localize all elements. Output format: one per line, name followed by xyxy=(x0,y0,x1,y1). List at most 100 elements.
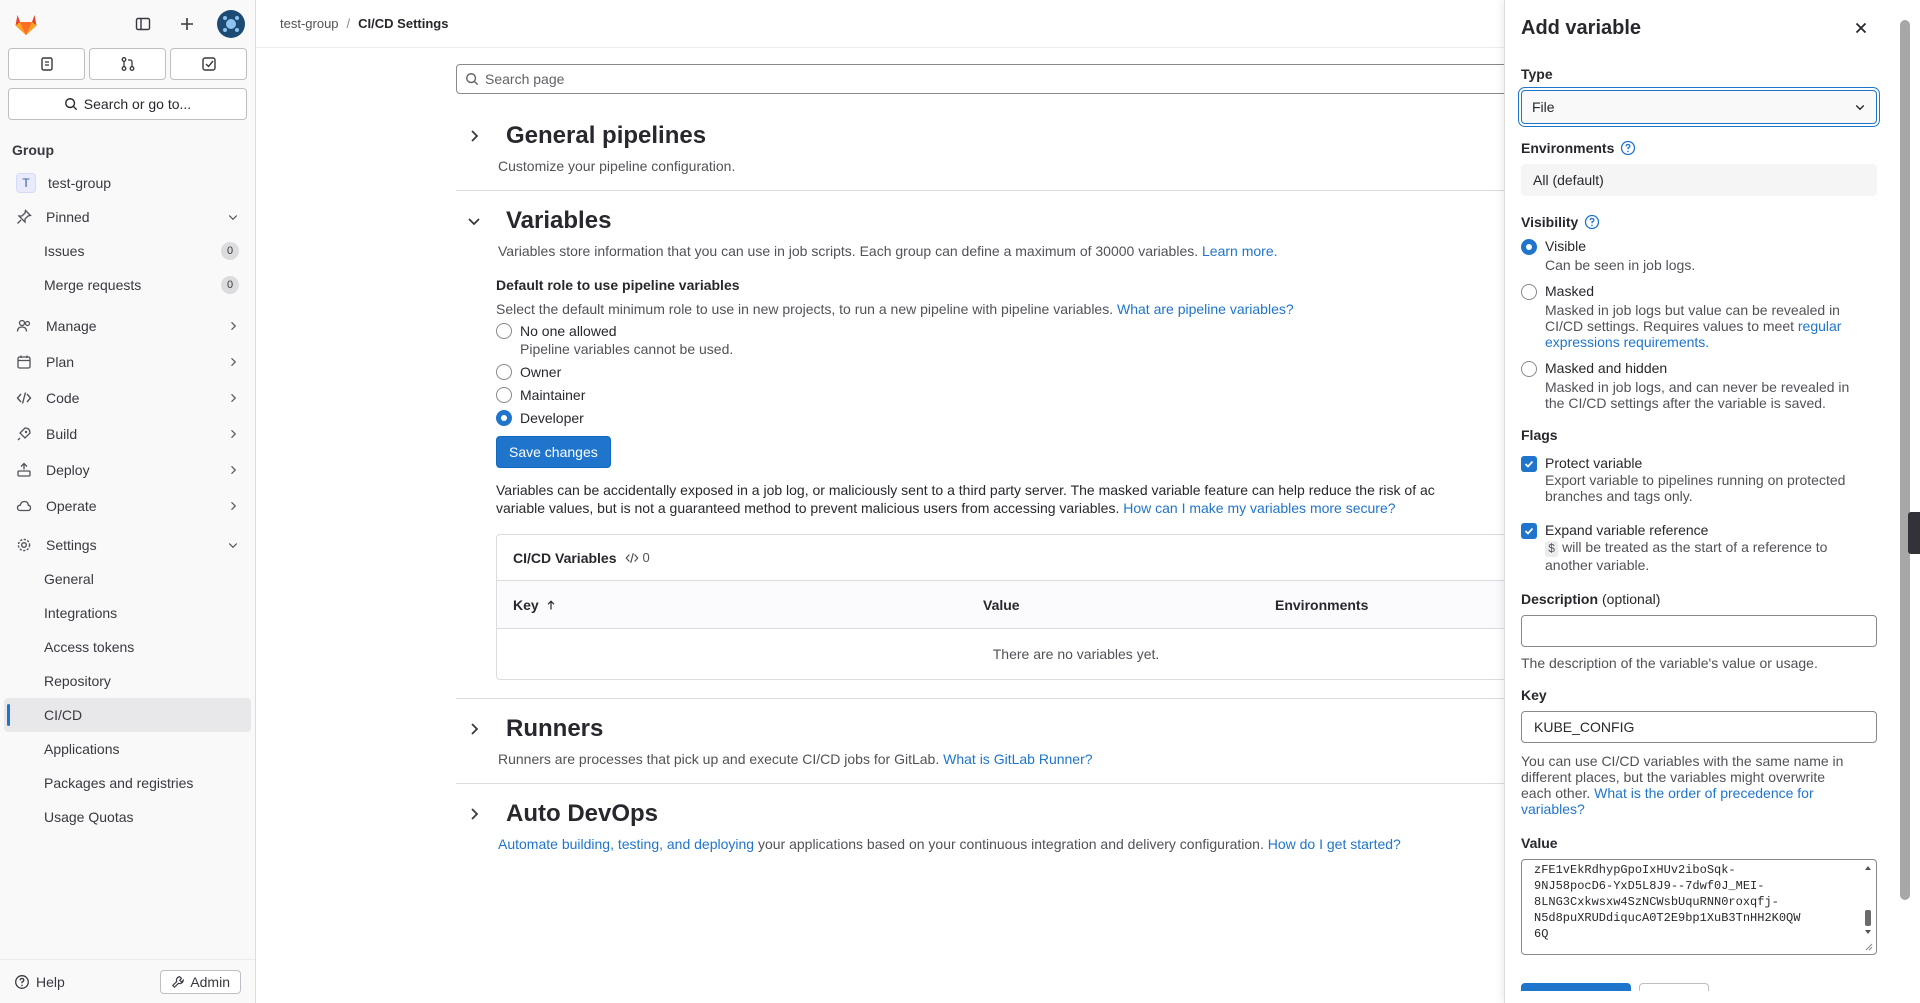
side-panel-toggle[interactable] xyxy=(1908,512,1920,554)
sidebar-item-manage[interactable]: Manage xyxy=(4,308,251,344)
section-title[interactable]: General pipelines xyxy=(506,122,706,150)
visibility-masked-hidden-option[interactable]: Masked and hidden xyxy=(1521,360,1877,377)
ci-cd-variables-card: CI/CD Variables 0 Key Value Environments xyxy=(496,534,1656,680)
column-key[interactable]: Key xyxy=(513,597,983,613)
radio-label: Developer xyxy=(520,410,584,426)
sidebar-item-label: Merge requests xyxy=(44,277,142,293)
admin-button[interactable]: Admin xyxy=(160,969,241,994)
sidebar-item-ci-cd[interactable]: CI/CD xyxy=(4,698,251,732)
flags-label: Flags xyxy=(1521,427,1558,443)
chevron-right-icon[interactable] xyxy=(466,128,482,144)
sidebar-item-label: test-group xyxy=(48,175,112,191)
sidebar-item-settings[interactable]: Settings xyxy=(4,528,251,562)
value-line: 9NJ58pocD6-YxD5L8J9--7dwf0J_MEI- xyxy=(1534,879,1765,893)
help-icon[interactable] xyxy=(1620,140,1636,156)
visibility-label: Visibility xyxy=(1521,214,1877,230)
chevron-right-icon[interactable] xyxy=(466,721,482,737)
add-variable-submit-button[interactable] xyxy=(1521,983,1631,991)
merge-requests-counter[interactable] xyxy=(89,48,166,80)
scrollbar-thumb[interactable] xyxy=(1900,20,1910,900)
sidebar-item-label: Settings xyxy=(46,537,97,553)
key-input[interactable]: KUBE_CONFIG xyxy=(1521,711,1877,743)
checkbox-checked[interactable] xyxy=(1521,456,1537,472)
section-title[interactable]: Runners xyxy=(506,715,603,743)
type-select[interactable]: File xyxy=(1521,90,1877,124)
user-avatar[interactable] xyxy=(217,10,245,38)
help-icon[interactable] xyxy=(1584,214,1600,230)
collapse-sidebar-icon[interactable] xyxy=(129,10,157,38)
checkbox-checked[interactable] xyxy=(1521,523,1537,539)
breadcrumb-parent[interactable]: test-group xyxy=(280,16,339,31)
chevron-right-icon[interactable] xyxy=(466,806,482,822)
radio-button[interactable] xyxy=(496,364,512,380)
gitlab-logo-icon[interactable] xyxy=(12,10,40,38)
radio-button-selected[interactable] xyxy=(1521,239,1537,255)
global-search-button[interactable]: Search or go to... xyxy=(8,88,247,120)
save-changes-button[interactable]: Save changes xyxy=(496,436,611,468)
radio-button[interactable] xyxy=(1521,284,1537,300)
sidebar-item-merge-requests[interactable]: Merge requests 0 xyxy=(4,268,251,302)
visibility-masked-option[interactable]: Masked xyxy=(1521,283,1877,300)
sidebar-item-pinned[interactable]: Pinned xyxy=(4,200,251,234)
sidebar-item-label: Packages and registries xyxy=(44,775,194,791)
breadcrumb-separator: / xyxy=(346,16,351,31)
section-title[interactable]: Auto DevOps xyxy=(506,800,658,828)
precedence-link[interactable]: variables? xyxy=(1521,801,1585,817)
close-icon[interactable] xyxy=(1853,20,1869,36)
cancel-button[interactable] xyxy=(1639,983,1709,991)
sidebar-item-operate[interactable]: Operate xyxy=(4,488,251,524)
assigned-issues-counter[interactable] xyxy=(8,48,85,80)
value-textarea[interactable]: zFE1vEkRdhypGpoIxHUv2iboSqk- 9NJ58pocD6-… xyxy=(1521,859,1877,955)
radio-button[interactable] xyxy=(496,387,512,403)
variables-desc-text: Variables store information that you can… xyxy=(498,243,1199,259)
sidebar-item-issues[interactable]: Issues 0 xyxy=(4,234,251,268)
protect-variable-checkbox[interactable]: Protect variable xyxy=(1521,455,1877,472)
help-button[interactable]: Help xyxy=(14,974,65,990)
pipeline-variables-link[interactable]: What are pipeline variables? xyxy=(1117,301,1294,317)
sidebar-footer: Help Admin xyxy=(0,959,255,1003)
visibility-visible-option[interactable]: Visible xyxy=(1521,238,1877,255)
create-new-icon[interactable] xyxy=(173,10,201,38)
radio-button[interactable] xyxy=(496,323,512,339)
sidebar-item-repository[interactable]: Repository xyxy=(4,664,251,698)
sidebar-item-plan[interactable]: Plan xyxy=(4,344,251,380)
sidebar-item-group[interactable]: T test-group xyxy=(4,166,251,200)
precedence-link[interactable]: What is the order of precedence for xyxy=(1594,785,1813,801)
help-icon xyxy=(15,974,29,989)
group-avatar: T xyxy=(16,173,36,193)
sidebar-item-usage-quotas[interactable]: Usage Quotas xyxy=(4,800,251,834)
todo-counter[interactable] xyxy=(170,48,247,80)
regex-requirements-link[interactable]: regular xyxy=(1798,318,1842,334)
learn-more-link[interactable]: Learn more. xyxy=(1202,243,1277,259)
section-title[interactable]: Variables xyxy=(506,207,611,235)
sidebar-item-packages-and-registries[interactable]: Packages and registries xyxy=(4,766,251,800)
gitlab-runner-link[interactable]: What is GitLab Runner? xyxy=(943,751,1092,767)
sidebar-item-build[interactable]: Build xyxy=(4,416,251,452)
description-input[interactable] xyxy=(1521,615,1877,647)
sidebar-item-code[interactable]: Code xyxy=(4,380,251,416)
regex-requirements-link[interactable]: expressions requirements. xyxy=(1545,334,1709,350)
radio-button-selected[interactable] xyxy=(496,410,512,426)
search-icon xyxy=(64,98,77,111)
expand-variable-checkbox[interactable]: Expand variable reference xyxy=(1521,522,1877,539)
environments-value[interactable]: All (default) xyxy=(1521,164,1877,196)
breadcrumb-current[interactable]: CI/CD Settings xyxy=(358,16,448,31)
sidebar-item-applications[interactable]: Applications xyxy=(4,732,251,766)
help-line: the CI/CD settings after the variable is… xyxy=(1545,395,1826,411)
secure-variables-link[interactable]: How can I make my variables more secure? xyxy=(1123,500,1395,516)
sidebar-item-general[interactable]: General xyxy=(4,562,251,596)
radio-button[interactable] xyxy=(1521,361,1537,377)
drawer-title: Add variable xyxy=(1521,16,1642,39)
chevron-down-icon[interactable] xyxy=(466,213,482,229)
get-started-link[interactable]: How do I get started? xyxy=(1268,836,1401,852)
textarea-scrollbar[interactable] xyxy=(1863,864,1873,951)
sidebar-item-access-tokens[interactable]: Access tokens xyxy=(4,630,251,664)
auto-devops-link[interactable]: Automate building, testing, and deployin… xyxy=(498,836,754,852)
hint-line: different places, but the variables migh… xyxy=(1521,769,1826,785)
column-value: Value xyxy=(983,596,1020,613)
count-value: 0 xyxy=(642,550,650,565)
label-text: Description xyxy=(1521,591,1599,607)
page-scrollbar[interactable] xyxy=(1890,0,1920,1003)
sidebar-item-integrations[interactable]: Integrations xyxy=(4,596,251,630)
sidebar-item-deploy[interactable]: Deploy xyxy=(4,452,251,488)
